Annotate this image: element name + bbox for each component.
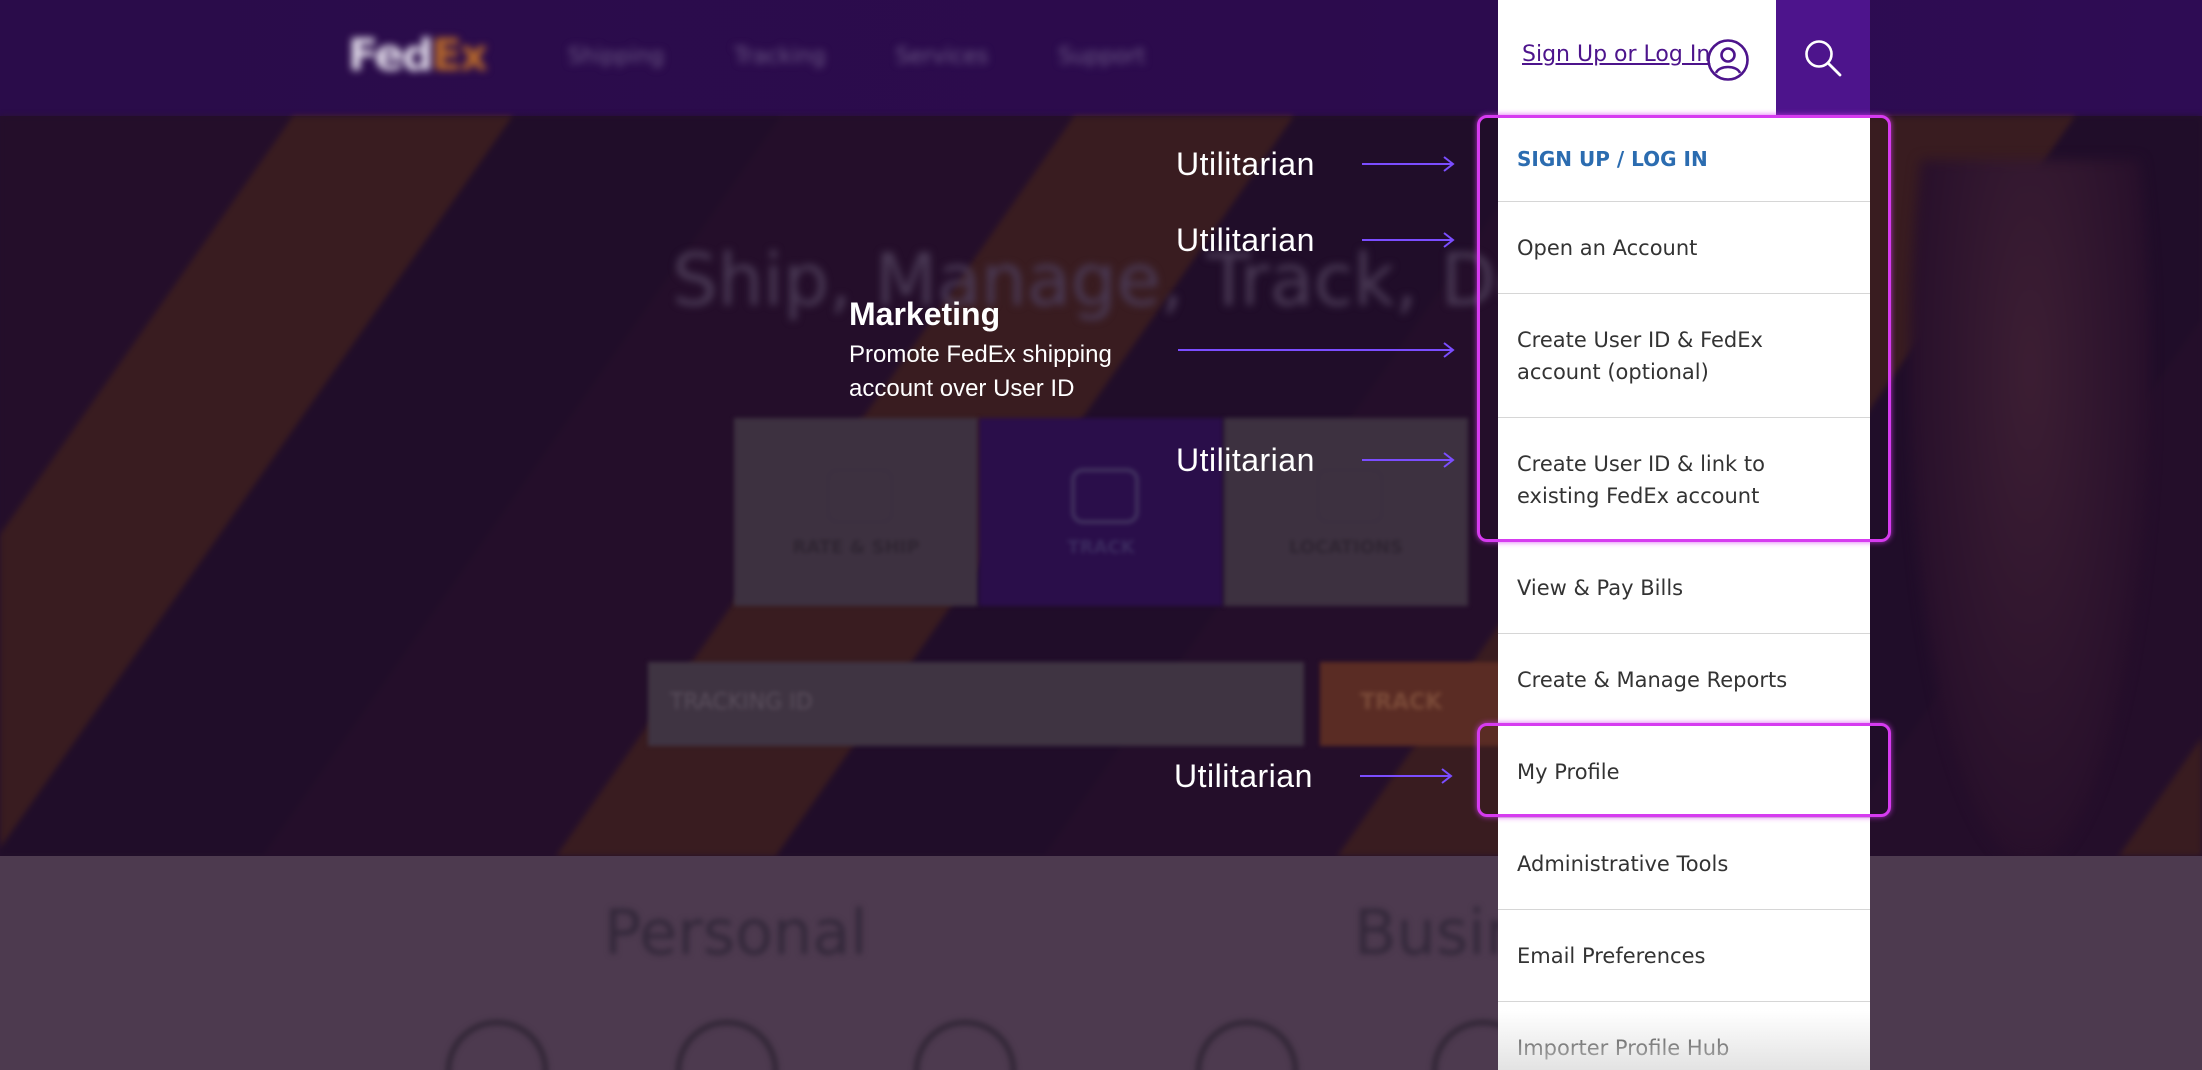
menu-item-signup-login[interactable]: SIGN UP / LOG IN <box>1498 116 1870 202</box>
menu-item-create-user-id-fedex-account[interactable]: Create User ID & FedEx account (optional… <box>1498 294 1870 418</box>
signup-login-button[interactable]: Sign Up or Log In <box>1498 0 1776 116</box>
locations-label: LOCATIONS <box>1288 537 1404 558</box>
menu-item-admin-tools[interactable]: Administrative Tools <box>1498 818 1870 910</box>
fedex-logo: FedEx <box>348 30 488 81</box>
screenshot-stage: FedEx Shipping Tracking Services Support… <box>0 0 2202 1070</box>
track-tile-label: TRACK <box>1067 537 1135 558</box>
arrow-right-icon <box>1362 232 1455 248</box>
nav-shipping[interactable]: Shipping <box>568 44 664 69</box>
arrow-right-icon <box>1362 452 1455 468</box>
location-pin-icon <box>1316 468 1384 524</box>
arrow-right-icon <box>1178 342 1455 358</box>
signup-login-link[interactable]: Sign Up or Log In <box>1522 42 1710 67</box>
search-icon <box>1805 40 1842 77</box>
personal-heading: Personal <box>604 896 868 969</box>
hero-person-image <box>1910 160 2150 860</box>
arrow-right-icon <box>1362 156 1455 172</box>
logo-fed-text: Fed <box>348 30 434 81</box>
nav-tracking[interactable]: Tracking <box>734 44 826 69</box>
menu-item-reports[interactable]: Create & Manage Reports <box>1498 634 1870 726</box>
rate-ship-tile[interactable]: RATE & SHIP <box>734 418 978 606</box>
menu-item-importer-profile-hub[interactable]: Importer Profile Hub <box>1498 1002 1870 1070</box>
user-circle-icon <box>1707 39 1749 81</box>
tracking-id-placeholder: TRACKING ID <box>670 690 813 715</box>
background-nav-bar: FedEx Shipping Tracking Services Support <box>0 0 2202 116</box>
annotation-marketing-description: Promote FedEx shipping account over User… <box>849 341 1112 402</box>
annotation-utilitarian-2: Utilitarian <box>1176 222 1315 258</box>
main-nav: Shipping Tracking Services Support <box>568 44 1145 69</box>
track-button-label: TRACK <box>1360 690 1443 715</box>
annotation-marketing-title: Marketing <box>849 296 1001 332</box>
menu-item-view-pay-bills[interactable]: View & Pay Bills <box>1498 542 1870 634</box>
lower-section <box>0 856 2202 1070</box>
truck-icon <box>1071 468 1139 524</box>
search-button[interactable] <box>1776 0 1870 116</box>
rate-ship-label: RATE & SHIP <box>792 537 920 558</box>
annotation-utilitarian-3: Utilitarian <box>1176 442 1315 478</box>
menu-item-open-account[interactable]: Open an Account <box>1498 202 1870 294</box>
tracking-id-input[interactable]: TRACKING ID <box>648 662 1304 746</box>
nav-services[interactable]: Services <box>896 44 989 69</box>
menu-item-email-preferences[interactable]: Email Preferences <box>1498 910 1870 1002</box>
track-button[interactable]: TRACK <box>1320 662 1520 746</box>
menu-item-create-user-id-link-account[interactable]: Create User ID & link to existing FedEx … <box>1498 418 1870 542</box>
menu-item-my-profile[interactable]: My Profile <box>1498 726 1870 818</box>
logo-ex-text: Ex <box>431 30 488 81</box>
annotation-utilitarian-1: Utilitarian <box>1176 146 1315 182</box>
box-icon <box>826 468 894 524</box>
annotation-utilitarian-4: Utilitarian <box>1174 758 1313 794</box>
account-dropdown-menu: SIGN UP / LOG IN Open an Account Create … <box>1498 116 1870 1070</box>
nav-support[interactable]: Support <box>1058 44 1145 69</box>
arrow-right-icon <box>1360 768 1453 784</box>
